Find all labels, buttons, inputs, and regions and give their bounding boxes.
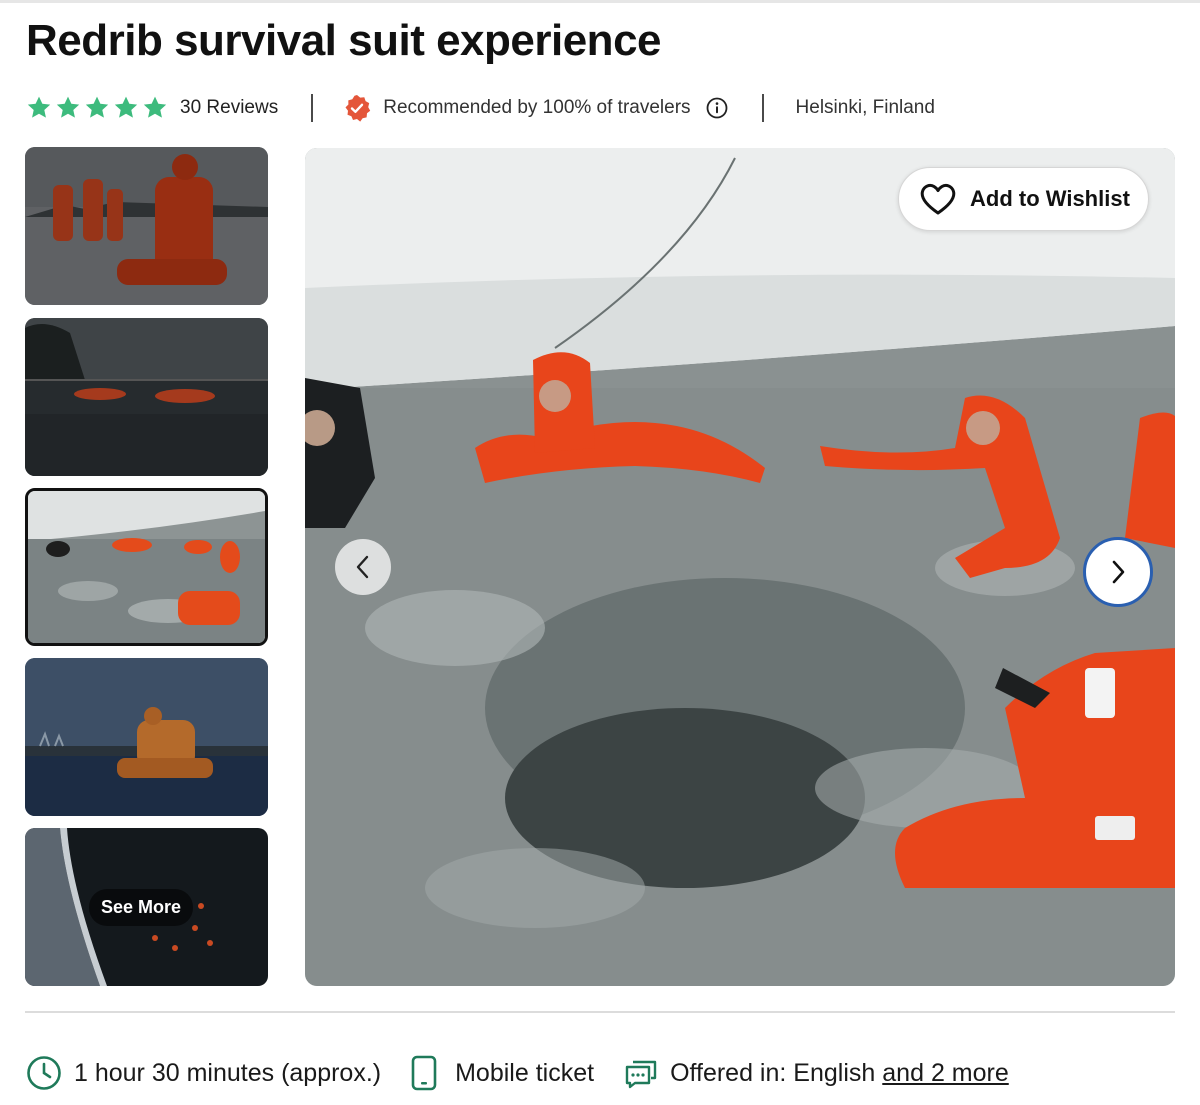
heart-icon xyxy=(920,183,956,215)
reviews-link[interactable]: 30 Reviews xyxy=(180,97,278,119)
page-title: Redrib survival suit experience xyxy=(26,16,662,65)
star-icon xyxy=(143,96,167,118)
gallery-thumbnail-see-more[interactable]: See More xyxy=(25,828,268,986)
chevron-right-icon xyxy=(1112,560,1125,584)
thumbnail-image xyxy=(25,318,268,476)
wishlist-label: Add to Wishlist xyxy=(970,186,1130,211)
add-to-wishlist-button[interactable]: Add to Wishlist xyxy=(898,167,1149,231)
star-icon xyxy=(85,96,109,118)
info-icon[interactable] xyxy=(706,97,728,119)
section-divider xyxy=(25,1011,1175,1013)
star-icon xyxy=(114,96,138,118)
thumbnail-image xyxy=(25,658,268,816)
feature-languages: Offered in: English and 2 more xyxy=(624,1056,1009,1090)
next-photo-button[interactable] xyxy=(1083,537,1153,607)
clock-icon xyxy=(27,1056,61,1090)
see-more-label[interactable]: See More xyxy=(89,889,194,926)
thumbnail-image xyxy=(28,491,265,643)
star-rating[interactable] xyxy=(26,95,168,121)
location-text: Helsinki, Finland xyxy=(795,97,935,118)
feature-duration: 1 hour 30 minutes (approx.) xyxy=(26,1055,381,1091)
main-photo-image xyxy=(305,148,1175,986)
thumbnail-image xyxy=(25,147,268,305)
languages-text: Offered in: English xyxy=(670,1058,876,1087)
mobile-ticket-icon xyxy=(411,1055,437,1091)
duration-text: 1 hour 30 minutes (approx.) xyxy=(74,1058,382,1087)
chevron-left-icon xyxy=(356,555,369,579)
star-icon xyxy=(27,96,51,118)
product-meta-row: 30 Reviews Recommended by 100% of travel… xyxy=(26,90,935,126)
gallery-thumbnail[interactable] xyxy=(25,658,268,816)
recommended-badge-icon xyxy=(345,95,371,122)
chat-bubbles-icon xyxy=(625,1060,657,1089)
main-photo[interactable]: Add to Wishlist xyxy=(305,148,1175,986)
feature-ticket: Mobile ticket xyxy=(411,1055,594,1091)
more-languages-link[interactable]: and 2 more xyxy=(882,1059,1008,1088)
top-divider xyxy=(0,0,1200,3)
star-icon xyxy=(56,96,80,118)
previous-photo-button[interactable] xyxy=(335,539,391,595)
meta-separator xyxy=(761,94,764,122)
gallery-thumbnail[interactable] xyxy=(25,318,268,476)
ticket-text: Mobile ticket xyxy=(455,1058,595,1087)
gallery-thumbnail-selected[interactable] xyxy=(25,488,268,646)
features-row: 1 hour 30 minutes (approx.) Mobile ticke… xyxy=(26,1052,1009,1094)
gallery-thumbnail[interactable] xyxy=(25,147,268,305)
recommendation-text: Recommended by 100% of travelers xyxy=(383,97,691,118)
meta-separator xyxy=(311,94,314,122)
